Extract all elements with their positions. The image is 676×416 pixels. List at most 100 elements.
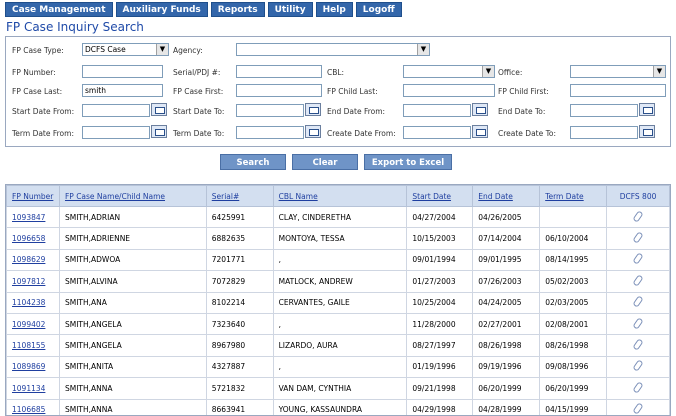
end-date-cell: 06/20/1999 [472, 377, 541, 400]
col-cbl-name[interactable]: CBL Name [272, 185, 408, 207]
fp-case-last-label: FP Case Last: [12, 87, 63, 96]
paperclip-icon[interactable] [632, 338, 644, 351]
term-date-cell [539, 205, 608, 229]
cbl-name-cell: YOUNG, KASSAUNDRA [272, 398, 408, 415]
term-date-cell: 08/14/1995 [539, 248, 608, 272]
term-date-cell: 06/20/1999 [539, 377, 608, 400]
calendar-icon[interactable] [151, 103, 167, 116]
fp-number-link[interactable]: 1091134 [6, 377, 60, 400]
col-end-date[interactable]: End Date [472, 185, 541, 207]
calendar-icon[interactable] [639, 103, 655, 116]
col-fp-number[interactable]: FP Number [6, 185, 60, 207]
term-date-from-label: Term Date From: [12, 129, 74, 138]
paperclip-icon[interactable] [632, 252, 644, 266]
term-date-from-input[interactable] [82, 126, 150, 139]
cbl-select[interactable]: ▼ [403, 65, 495, 78]
fp-number-link[interactable]: 1089869 [6, 355, 60, 379]
term-date-cell: 08/26/1998 [539, 334, 608, 357]
fp-child-last-input[interactable] [403, 84, 495, 97]
calendar-icon[interactable] [472, 125, 488, 138]
paperclip-icon[interactable] [632, 295, 644, 308]
start-date-cell: 04/29/1998 [406, 398, 474, 415]
clear-button[interactable]: Clear [292, 154, 358, 170]
fp-case-first-label: FP Case First: [173, 87, 224, 96]
fp-number-link[interactable]: 1096658 [6, 227, 60, 250]
term-date-cell: 02/03/2005 [539, 291, 608, 314]
fp-number-link[interactable]: 1108155 [6, 334, 60, 357]
term-date-to-input[interactable] [236, 126, 304, 139]
export-excel-button[interactable]: Export to Excel [364, 154, 452, 170]
menu-utility[interactable]: Utility [267, 2, 313, 17]
serial-cell: 8102214 [205, 291, 274, 314]
fp-number-link[interactable]: 1099402 [6, 312, 60, 336]
paperclip-icon[interactable] [632, 381, 644, 394]
dcfs-800-cell [606, 355, 670, 379]
create-date-from-label: Create Date From: [327, 129, 396, 138]
start-date-from-input[interactable] [82, 104, 150, 117]
table-header-row: FP Number FP Case Name/Child Name Serial… [6, 185, 670, 207]
paperclip-icon[interactable] [632, 316, 644, 330]
fp-case-type-select[interactable]: DCFS Case ▼ [82, 43, 169, 56]
calendar-icon[interactable] [639, 125, 655, 138]
fp-case-last-input[interactable]: smith [82, 84, 163, 97]
fp-number-link[interactable]: 1104238 [6, 291, 60, 314]
dcfs-800-cell [606, 334, 670, 357]
cbl-name-cell: MATLOCK, ANDREW [272, 270, 408, 293]
col-case-name[interactable]: FP Case Name/Child Name [58, 185, 207, 207]
fp-child-first-label: FP Child First: [498, 87, 549, 96]
col-term-date[interactable]: Term Date [539, 185, 608, 207]
paperclip-icon[interactable] [632, 359, 644, 373]
end-date-cell: 04/24/2005 [472, 291, 541, 314]
create-date-from-input[interactable] [403, 126, 471, 139]
dcfs-800-cell [606, 227, 670, 250]
start-date-cell: 04/27/2004 [406, 205, 474, 229]
paperclip-icon[interactable] [632, 274, 644, 287]
cbl-name-cell: CLAY, CINDERETHA [272, 205, 408, 229]
serial-input[interactable] [236, 65, 322, 78]
page-title: FP Case Inquiry Search [6, 20, 144, 34]
menu-case-management[interactable]: Case Management [5, 2, 113, 17]
chevron-down-icon: ▼ [417, 44, 429, 55]
calendar-icon[interactable] [305, 103, 321, 116]
menu-auxiliary-funds[interactable]: Auxiliary Funds [115, 2, 208, 17]
paperclip-icon[interactable] [632, 402, 644, 415]
case-name-cell: SMITH,ANGELA [58, 334, 207, 357]
col-serial[interactable]: Serial# [205, 185, 274, 207]
dcfs-800-cell [606, 312, 670, 336]
agency-select[interactable]: ▼ [236, 43, 430, 56]
col-start-date[interactable]: Start Date [406, 185, 474, 207]
end-date-cell: 09/19/1996 [472, 355, 541, 379]
case-name-cell: SMITH,ADRIAN [58, 205, 207, 229]
end-date-to-input[interactable] [570, 104, 638, 117]
fp-child-first-input[interactable] [570, 84, 666, 97]
fp-number-link[interactable]: 1106685 [6, 398, 60, 415]
start-date-to-input[interactable] [236, 104, 304, 117]
calendar-icon[interactable] [472, 103, 488, 116]
menu-reports[interactable]: Reports [210, 2, 265, 17]
dcfs-800-cell [606, 205, 670, 229]
end-date-from-input[interactable] [403, 104, 471, 117]
fp-number-link[interactable]: 1098629 [6, 248, 60, 272]
menu-logoff[interactable]: Logoff [355, 2, 402, 17]
table-row: 1093847 SMITH,ADRIAN 6425991 CLAY, CINDERET… [6, 205, 670, 229]
office-select[interactable]: ▼ [570, 65, 666, 78]
paperclip-icon[interactable] [632, 231, 644, 244]
fp-number-link[interactable]: 1097812 [6, 270, 60, 293]
case-name-cell: SMITH,ANA [58, 291, 207, 314]
create-date-to-input[interactable] [570, 126, 638, 139]
cbl-label: CBL: [327, 68, 345, 77]
case-name-cell: SMITH,ADRIENNE [58, 227, 207, 250]
serial-cell: 5721832 [205, 377, 274, 400]
calendar-icon[interactable] [305, 125, 321, 138]
paperclip-icon[interactable] [632, 209, 644, 223]
cbl-name-cell: LIZARDO, AURA [272, 334, 408, 357]
menu-help[interactable]: Help [315, 2, 353, 17]
fp-case-first-input[interactable] [236, 84, 322, 97]
calendar-icon[interactable] [151, 125, 167, 138]
search-button[interactable]: Search [220, 154, 286, 170]
table-row: 1099402 SMITH,ANGELA 7323640, 11/28/2000 02/… [6, 312, 670, 336]
cbl-name-cell: , [272, 312, 408, 336]
results-table: FP Number FP Case Name/Child Name Serial… [6, 185, 670, 415]
fp-number-link[interactable]: 1093847 [6, 205, 60, 229]
fp-number-input[interactable] [82, 65, 163, 78]
